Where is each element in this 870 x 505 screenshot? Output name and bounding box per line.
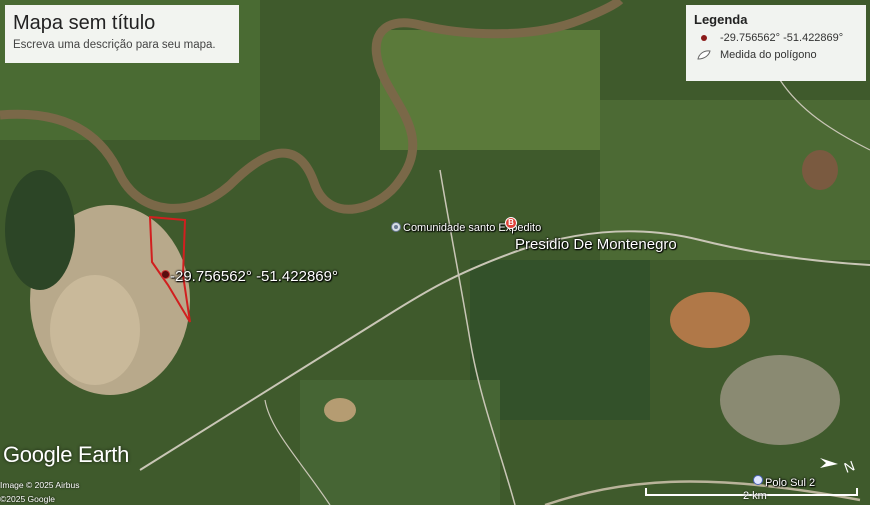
map-title[interactable]: Mapa sem título: [13, 11, 231, 35]
point-marker-icon: [701, 35, 707, 41]
scale-label: 2 km: [743, 490, 767, 502]
compass-arrow-icon[interactable]: N: [818, 452, 864, 478]
community-label[interactable]: Comunidade santo Expedito: [403, 222, 541, 234]
scale-bar: 2 km: [645, 480, 858, 502]
image-credit: Image © 2025 Airbus: [0, 480, 80, 490]
polygon-icon: [697, 50, 711, 60]
google-earth-logo: Google Earth: [3, 442, 130, 467]
legend-heading: Legenda: [694, 12, 748, 27]
legend-item-point[interactable]: -29.756562° -51.422869°: [694, 32, 858, 44]
map-description[interactable]: Escreva uma descrição para seu mapa.: [13, 39, 231, 51]
point-label[interactable]: -29.756562° -51.422869°: [170, 268, 338, 285]
prison-label[interactable]: Presidio De Montenegro: [515, 236, 677, 253]
legend-item-label: Medida do polígono: [720, 49, 817, 61]
legend-item-polygon[interactable]: Medida do polígono: [694, 49, 858, 61]
copyright: ©2025 Google: [0, 494, 55, 504]
place-pin-icon[interactable]: [391, 222, 401, 232]
legend-item-label: -29.756562° -51.422869°: [720, 32, 844, 44]
svg-text:N: N: [842, 457, 857, 475]
map-title-card: Mapa sem título Escreva uma descrição pa…: [5, 5, 239, 63]
legend-panel: Legenda -29.756562° -51.422869° Medida d…: [686, 5, 866, 81]
prison-pin-icon[interactable]: B: [505, 217, 517, 229]
point-marker[interactable]: [161, 270, 170, 279]
